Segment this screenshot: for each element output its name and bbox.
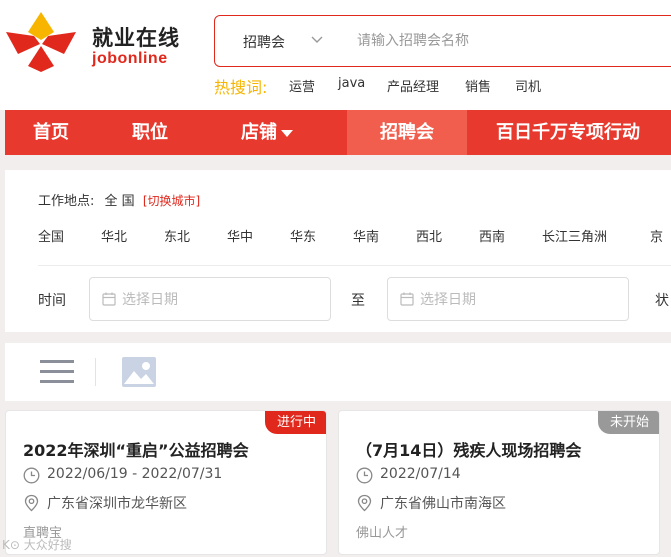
search-type-select[interactable]: 招聘会 <box>243 32 285 52</box>
image-view-icon[interactable] <box>122 357 156 387</box>
filter-panel: 工作地点: 全 国 [切换城市] 全国 华北 东北 华中 华东 华南 西北 西南… <box>5 170 671 332</box>
location-filter: 工作地点: 全 国 [切换城市] <box>38 190 200 209</box>
caret-down-icon <box>281 129 293 137</box>
card-title[interactable]: 2022年深圳“重启”公益招聘会 <box>23 437 249 461</box>
toolbar-divider <box>95 358 96 386</box>
time-label: 时间 <box>38 293 66 309</box>
nav-item-jobs[interactable]: 职位 <box>132 110 168 155</box>
nav-item-job-fairs[interactable]: 招聘会 <box>347 110 467 155</box>
location-pin-icon <box>24 494 39 512</box>
card-organizer[interactable]: 佛山人才 <box>356 522 408 541</box>
hot-search-label: 热搜词: <box>214 78 268 97</box>
divider <box>38 265 671 266</box>
clock-icon <box>23 467 40 484</box>
job-fair-card[interactable]: 进行中 2022年深圳“重启”公益招聘会 2022/06/19 - 2022/0… <box>5 410 327 555</box>
logo-text-cn: 就业在线 <box>92 26 180 50</box>
to-label: 至 <box>351 293 365 309</box>
search-bar: 招聘会 <box>214 15 671 67</box>
region-option[interactable]: 西北 <box>416 226 442 245</box>
view-toolbar <box>5 343 671 401</box>
logo-text-en: jobonline <box>92 50 168 67</box>
region-option[interactable]: 西南 <box>479 226 505 245</box>
end-date-field[interactable] <box>387 277 629 321</box>
hot-word[interactable]: 运营 <box>289 76 315 95</box>
header: 就业在线 jobonline 招聘会 热搜词: 运营 java 产品经理 销售 … <box>0 0 671 110</box>
region-option[interactable]: 全国 <box>38 226 64 245</box>
calendar-icon <box>400 292 414 306</box>
calendar-icon <box>102 292 116 306</box>
region-option[interactable]: 长江三角洲 <box>542 226 607 245</box>
job-fair-card[interactable]: 未开始 （7月14日）残疾人现场招聘会 2022/07/14 广东省佛山市南海区… <box>338 410 660 555</box>
card-title[interactable]: （7月14日）残疾人现场招聘会 <box>356 437 581 461</box>
main-nav: 首页 职位 店铺 招聘会 百日千万专项行动 <box>5 110 671 155</box>
region-option[interactable]: 华北 <box>101 226 127 245</box>
nav-item-campaign[interactable]: 百日千万专项行动 <box>496 110 640 155</box>
nav-item-home[interactable]: 首页 <box>33 110 69 155</box>
location-label: 工作地点: <box>38 194 95 209</box>
status-badge: 未开始 <box>597 411 659 434</box>
status-label: 状 <box>655 293 669 309</box>
location-value: 全 国 <box>104 194 135 209</box>
start-date-field[interactable] <box>89 277 331 321</box>
switch-city-link[interactable]: [切换城市] <box>143 194 200 208</box>
region-option[interactable]: 华东 <box>290 226 316 245</box>
clock-icon <box>356 467 373 484</box>
nav-item-shops[interactable]: 店铺 <box>241 110 293 155</box>
start-date-input[interactable] <box>122 290 312 310</box>
logo[interactable]: 就业在线 jobonline <box>4 10 204 76</box>
region-option[interactable]: 华南 <box>353 226 379 245</box>
hot-word[interactable]: 司机 <box>515 76 541 95</box>
watermark: K⊙ 大众好搜 <box>2 538 72 552</box>
hot-word[interactable]: java <box>338 76 365 91</box>
region-option[interactable]: 京 <box>650 226 663 245</box>
search-input[interactable] <box>357 30 667 52</box>
status-badge: 进行中 <box>264 411 326 434</box>
end-date-input[interactable] <box>420 290 610 310</box>
chevron-down-icon[interactable] <box>311 36 323 44</box>
logo-mark-icon <box>6 12 76 72</box>
hot-word[interactable]: 产品经理 <box>387 76 439 95</box>
region-option[interactable]: 华中 <box>227 226 253 245</box>
region-option[interactable]: 东北 <box>164 226 190 245</box>
location-pin-icon <box>357 494 372 512</box>
list-view-icon[interactable] <box>40 358 74 386</box>
hot-word[interactable]: 销售 <box>465 76 491 95</box>
